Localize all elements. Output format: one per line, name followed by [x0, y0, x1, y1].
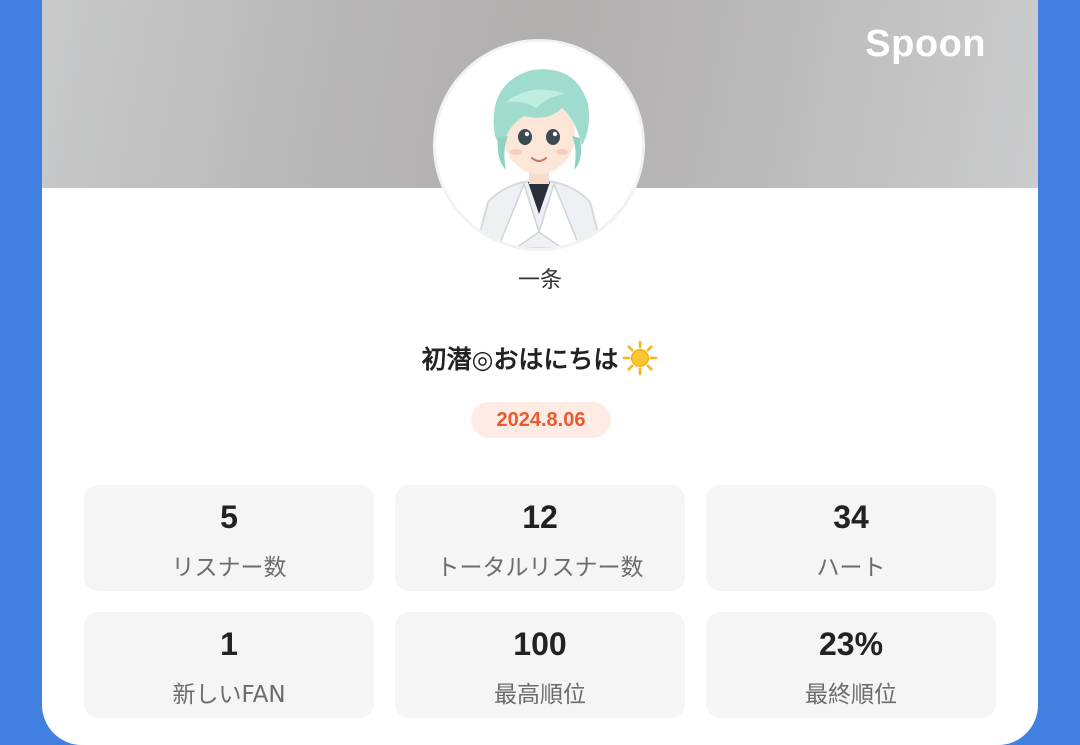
stat-label: 新しいFAN [172, 682, 286, 708]
stat-card-total-listeners: 12 トータルリスナー数 [395, 485, 685, 591]
stat-card-new-fans: 1 新しいFAN [84, 612, 374, 718]
stat-card-highest-rank: 100 最高順位 [395, 612, 685, 718]
stat-label: 最終順位 [805, 682, 897, 708]
avatar-image [436, 42, 642, 248]
stat-value: 1 [220, 626, 238, 662]
live-title-row: 初潜◎おはにちは [42, 340, 1038, 376]
stat-value: 100 [513, 626, 567, 662]
date-badge: 2024.8.06 [471, 402, 611, 438]
stat-label: ハート [816, 555, 886, 581]
stat-value: 12 [522, 499, 558, 535]
live-summary-card: Spoon 一条 初潜◎おはにちは 2024.8.06 5 リスナー数 12 ト… [42, 0, 1038, 745]
host-nickname: 一条 [517, 268, 562, 293]
stat-value: 5 [220, 499, 238, 535]
stats-grid: 5 リスナー数 12 トータルリスナー数 34 ハート 1 新しいFAN 100… [84, 485, 996, 718]
stat-card-hearts: 34 ハート [706, 485, 996, 591]
sun-icon [622, 340, 658, 376]
stat-label: トータルリスナー数 [436, 555, 644, 581]
stat-label: リスナー数 [171, 555, 287, 581]
stat-value: 23% [818, 626, 884, 662]
stat-card-final-rank: 23% 最終順位 [706, 612, 996, 718]
live-title: 初潜◎おはにちは [421, 345, 619, 374]
avatar[interactable] [436, 42, 642, 248]
stat-card-listeners: 5 リスナー数 [84, 485, 374, 591]
stat-value: 34 [833, 499, 869, 535]
brand-logo: Spoon [865, 23, 986, 65]
stat-label: 最高順位 [494, 682, 586, 708]
